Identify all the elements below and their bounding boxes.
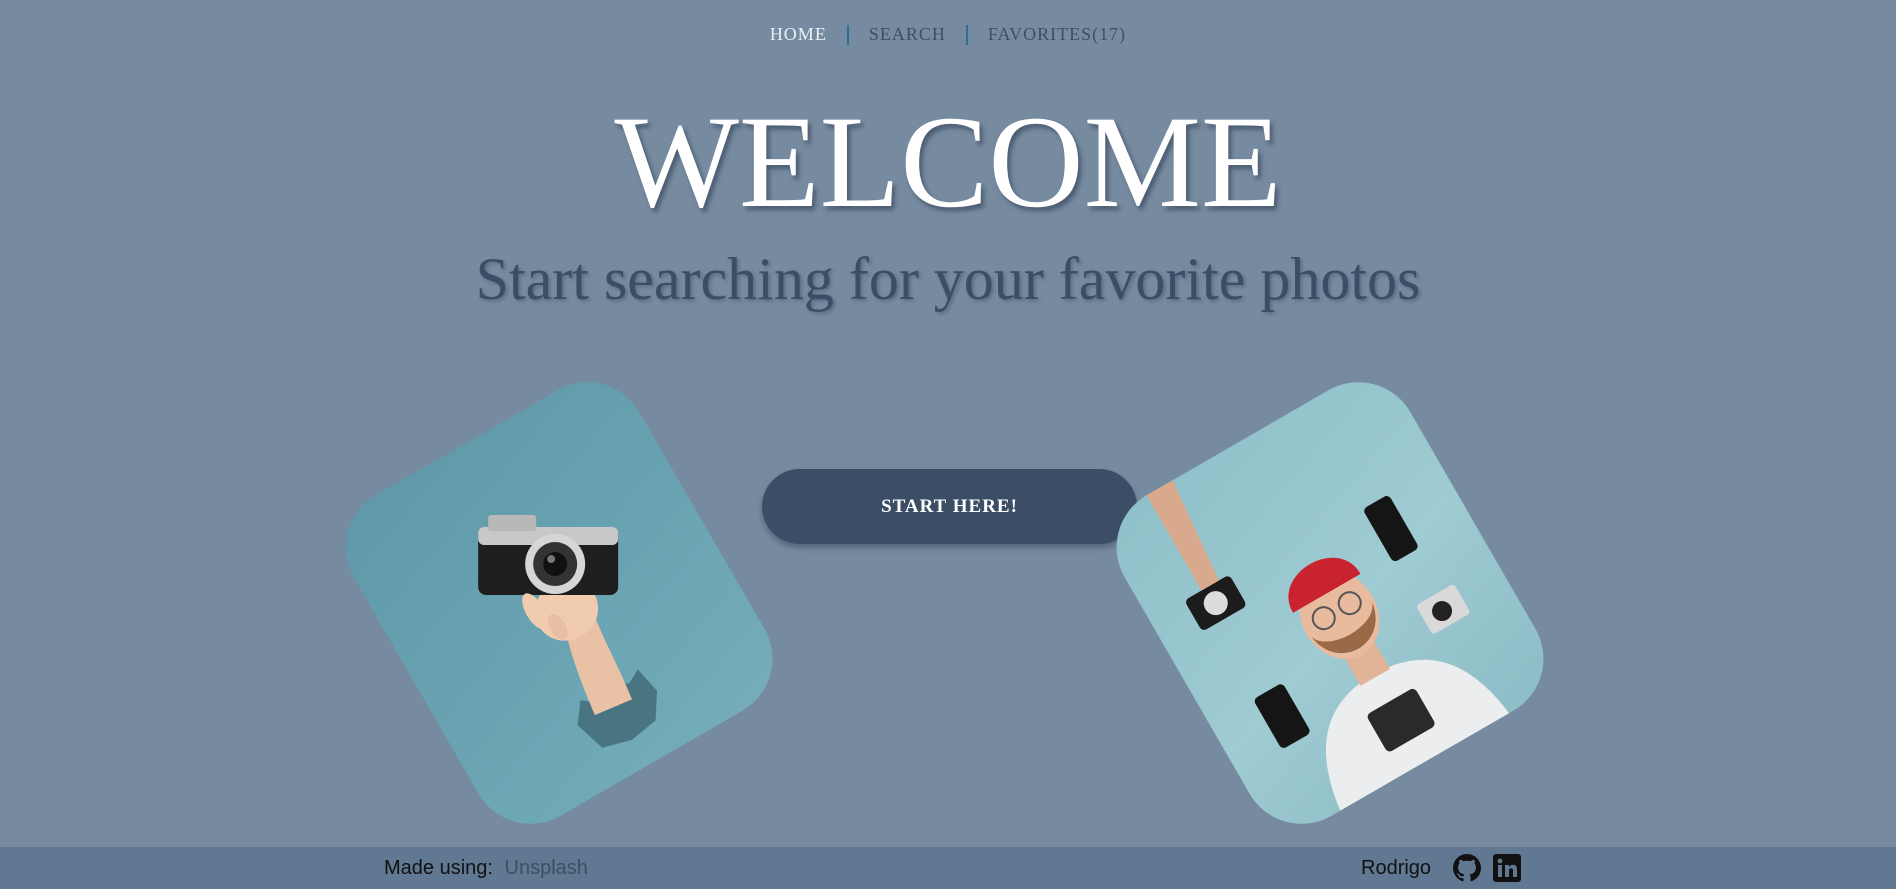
hand-camera-photo (323, 360, 795, 846)
nav-home-link[interactable]: HOME (750, 24, 847, 45)
man-with-cameras-illustration (1146, 480, 1510, 811)
footer: Made using: Unsplash Rodrigo (0, 847, 1896, 889)
nav-favorites-link[interactable]: FAVORITES(17) (968, 24, 1146, 45)
github-icon[interactable] (1453, 854, 1482, 882)
man-with-cameras-photo (1094, 360, 1566, 846)
made-using: Made using: Unsplash (384, 857, 588, 880)
main-nav: HOME SEARCH FAVORITES(17) (0, 24, 1896, 45)
start-here-button[interactable]: START HERE! (762, 469, 1137, 544)
nav-search-link[interactable]: SEARCH (849, 24, 966, 45)
author-info: Rodrigo (1361, 854, 1522, 882)
welcome-title: WELCOME (614, 88, 1282, 235)
author-name: Rodrigo (1361, 856, 1432, 879)
hand-camera-illustration (478, 515, 658, 748)
made-using-label: Made using: (384, 857, 493, 879)
unsplash-link[interactable]: Unsplash (505, 857, 588, 879)
linkedin-icon[interactable] (1493, 854, 1522, 882)
hero-subtitle: Start searching for your favorite photos (475, 246, 1421, 312)
